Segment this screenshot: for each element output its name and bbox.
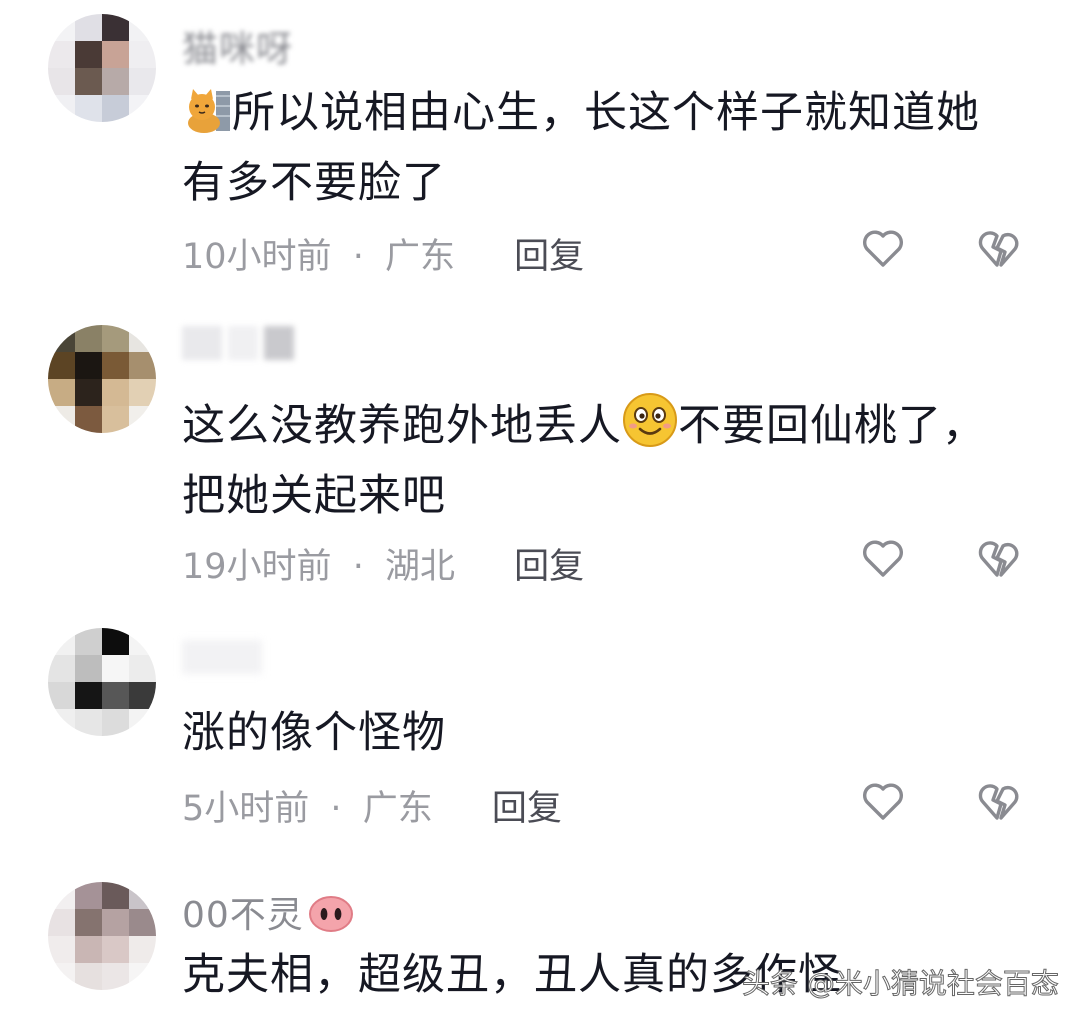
avatar[interactable] <box>48 14 156 122</box>
avatar[interactable] <box>48 882 156 990</box>
pig-nose-emoji <box>308 895 354 942</box>
location: 湖北 <box>384 547 455 587</box>
timestamp: 10小时前 <box>182 237 332 277</box>
comment-text: 这么没教养跑外地丢人 不要回仙桃了， 把她关起来吧 <box>182 392 1022 527</box>
separator: · <box>352 547 364 587</box>
broken-heart-icon[interactable] <box>977 537 1021 581</box>
username[interactable]: 猫咪呀 <box>182 20 293 72</box>
broken-heart-icon[interactable] <box>977 227 1021 271</box>
comment-meta: 10小时前 · 广东 回复 <box>182 228 584 279</box>
location: 广东 <box>362 789 433 829</box>
broken-heart-icon[interactable] <box>977 780 1021 824</box>
avatar[interactable] <box>48 628 156 736</box>
reply-button[interactable]: 回复 <box>492 789 562 829</box>
comment-meta: 19小时前 · 湖北 回复 <box>182 538 584 589</box>
comment-meta: 5小时前 · 广东 回复 <box>182 780 562 831</box>
watermark: 头条 @米小猜说社会百态 <box>742 967 1060 1001</box>
timestamp: 19小时前 <box>182 547 332 587</box>
username[interactable]: 00不灵 <box>182 886 354 942</box>
comment-text: 所以说相由心生，长这个样子就知道她 有多不要脸了 <box>182 82 1022 214</box>
location: 广东 <box>384 237 455 277</box>
separator: · <box>352 237 364 277</box>
separator: · <box>330 789 342 829</box>
reply-button[interactable]: 回复 <box>514 237 584 277</box>
comment-text: 涨的像个怪物 <box>182 708 446 758</box>
heart-outline-icon[interactable] <box>861 227 905 271</box>
reply-button[interactable]: 回复 <box>514 547 584 587</box>
timestamp: 5小时前 <box>182 789 310 829</box>
avatar[interactable] <box>48 325 156 433</box>
cat-face-emoji <box>182 85 232 152</box>
username-blur-mask <box>182 326 332 364</box>
heart-outline-icon[interactable] <box>861 537 905 581</box>
heart-outline-icon[interactable] <box>861 780 905 824</box>
smiley-face-emoji <box>622 392 678 465</box>
username-blur-mask <box>182 640 262 674</box>
